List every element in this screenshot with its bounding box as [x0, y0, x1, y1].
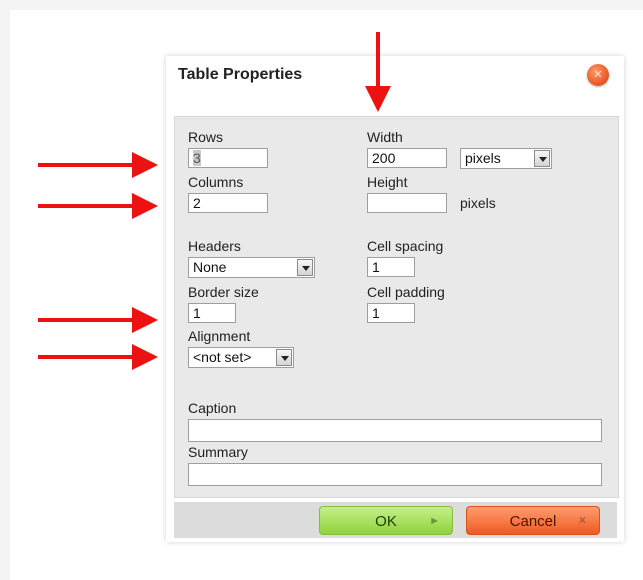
- table-properties-dialog: Table Properties ✕ Rows 3 Columns 2 Head…: [166, 56, 624, 542]
- width-input[interactable]: 200: [367, 148, 447, 168]
- width-unit-select[interactable]: pixels: [460, 148, 552, 169]
- caption-input[interactable]: [188, 419, 602, 442]
- properties-panel: Rows 3 Columns 2 Headers None Border siz…: [174, 116, 619, 498]
- ok-label: OK: [375, 513, 397, 530]
- rows-label: Rows: [188, 129, 224, 145]
- cancel-button[interactable]: Cancel ✕: [466, 506, 600, 535]
- cell-spacing-label: Cell spacing: [367, 238, 444, 254]
- alignment-value: <not set>: [193, 349, 252, 365]
- ok-button[interactable]: OK ►: [319, 506, 453, 535]
- cancel-label: Cancel: [509, 513, 557, 530]
- width-unit-value: pixels: [465, 150, 501, 166]
- border-size-input[interactable]: 1: [188, 303, 236, 323]
- chevron-down-icon[interactable]: [534, 150, 550, 167]
- alignment-label: Alignment: [188, 328, 251, 344]
- height-unit-label: pixels: [460, 195, 496, 211]
- border-size-label: Border size: [188, 284, 259, 300]
- summary-input[interactable]: [188, 463, 602, 486]
- headers-value: None: [193, 259, 227, 275]
- summary-label: Summary: [188, 444, 248, 460]
- width-label: Width: [367, 129, 403, 145]
- dialog-title: Table Properties: [178, 66, 303, 83]
- rows-input[interactable]: 3: [188, 148, 268, 168]
- close-icon[interactable]: ✕: [587, 64, 609, 86]
- cell-spacing-input[interactable]: 1: [367, 257, 415, 277]
- caption-label: Caption: [188, 400, 237, 416]
- rows-value: 3: [193, 150, 201, 166]
- headers-label: Headers: [188, 238, 241, 254]
- columns-input[interactable]: 2: [188, 193, 268, 213]
- close-icon: ✕: [577, 515, 587, 527]
- alignment-select[interactable]: <not set>: [188, 347, 294, 368]
- headers-select[interactable]: None: [188, 257, 315, 278]
- height-input[interactable]: [367, 193, 447, 213]
- cell-padding-label: Cell padding: [367, 284, 445, 300]
- chevron-down-icon[interactable]: [276, 349, 292, 366]
- columns-label: Columns: [188, 174, 244, 190]
- height-label: Height: [367, 174, 408, 190]
- dialog-footer: OK ► Cancel ✕: [174, 502, 617, 538]
- chevron-down-icon[interactable]: [297, 259, 313, 276]
- cell-padding-input[interactable]: 1: [367, 303, 415, 323]
- play-icon: ►: [429, 515, 440, 527]
